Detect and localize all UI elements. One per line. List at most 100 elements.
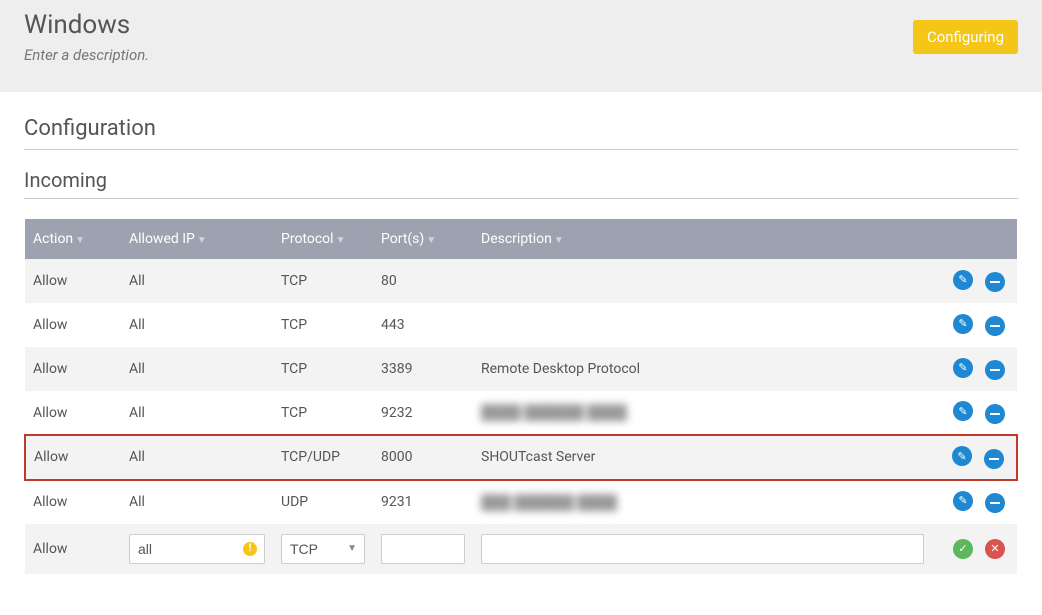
minus-icon [990, 502, 1000, 504]
description-input[interactable] [481, 534, 924, 564]
cell-description: ████ ██████ ████ [473, 391, 932, 435]
col-allowed-ip[interactable]: Allowed IP▼ [121, 219, 273, 259]
cell-operations: ✓✕ [932, 524, 1017, 574]
protocol-select[interactable] [281, 534, 365, 564]
cell-allowed-ip: All [121, 303, 273, 347]
cell-allowed-ip: All [121, 391, 273, 435]
cell-description [473, 303, 932, 347]
edit-button[interactable]: ✎ [953, 314, 973, 334]
col-description[interactable]: Description▼ [473, 219, 932, 259]
remove-button[interactable] [985, 316, 1005, 336]
cell-action: Allow [25, 347, 121, 391]
table-row: AllowAllTCP3389Remote Desktop Protocol ✎ [25, 347, 1017, 391]
cell-allowed-ip: All [121, 435, 273, 480]
cell-description [473, 259, 932, 303]
cell-protocol: ▼ [273, 524, 373, 574]
x-icon: ✕ [990, 542, 999, 555]
cancel-button[interactable]: ✕ [985, 539, 1005, 559]
cell-ports: 3389 [373, 347, 473, 391]
confirm-button[interactable]: ✓ [953, 539, 973, 559]
incoming-title: Incoming [24, 168, 1018, 199]
cell-operations: ✎ [932, 391, 1017, 435]
cell-protocol: TCP/UDP [273, 435, 373, 480]
cell-operations: ✎ [932, 435, 1017, 480]
configuration-title: Configuration [24, 116, 1018, 150]
table-row: AllowAllTCP443✎ [25, 303, 1017, 347]
edit-button[interactable]: ✎ [952, 446, 972, 466]
remove-button[interactable] [985, 404, 1005, 424]
sort-icon: ▼ [554, 235, 564, 246]
pencil-icon: ✎ [958, 317, 967, 330]
cell-protocol: TCP [273, 347, 373, 391]
cell-protocol: TCP [273, 303, 373, 347]
minus-icon [989, 458, 999, 460]
remove-button[interactable] [985, 272, 1005, 292]
cell-ports [373, 524, 473, 574]
cell-ports: 80 [373, 259, 473, 303]
table-row: AllowAllTCP80 ✎ [25, 259, 1017, 303]
cell-protocol: UDP [273, 480, 373, 524]
cell-allowed-ip: All [121, 480, 273, 524]
cell-description: Remote Desktop Protocol [473, 347, 932, 391]
remove-button[interactable] [984, 449, 1004, 469]
cell-ports: 9232 [373, 391, 473, 435]
incoming-table: Action▼ Allowed IP▼ Protocol▼ Port(s)▼ D… [24, 219, 1018, 574]
cell-ports: 8000 [373, 435, 473, 480]
cell-description: ███ ██████ ████ [473, 480, 932, 524]
pencil-icon: ✎ [957, 450, 966, 463]
cell-action: Allow [25, 391, 121, 435]
cell-action: Allow [25, 303, 121, 347]
remove-button[interactable] [985, 493, 1005, 513]
pencil-icon: ✎ [958, 494, 967, 507]
content: Configuration Incoming Action▼ Allowed I… [0, 92, 1042, 598]
sort-icon: ▼ [336, 235, 346, 246]
minus-icon [990, 281, 1000, 283]
col-protocol[interactable]: Protocol▼ [273, 219, 373, 259]
cell-action: Allow [25, 480, 121, 524]
cell-description [473, 524, 932, 574]
sort-icon: ▼ [426, 235, 436, 246]
cell-ports: 9231 [373, 480, 473, 524]
minus-icon [990, 325, 1000, 327]
cell-action: Allow [25, 524, 121, 574]
page-subtitle: Enter a description. [24, 46, 1018, 64]
pencil-icon: ✎ [958, 273, 967, 286]
col-ports[interactable]: Port(s)▼ [373, 219, 473, 259]
ports-input[interactable] [381, 534, 465, 564]
table-header-row: Action▼ Allowed IP▼ Protocol▼ Port(s)▼ D… [25, 219, 1017, 259]
status-badge: Configuring [913, 20, 1018, 54]
cell-allowed-ip: ! [121, 524, 273, 574]
cell-allowed-ip: All [121, 347, 273, 391]
edit-button[interactable]: ✎ [953, 358, 973, 378]
sort-icon: ▼ [197, 235, 207, 246]
cell-description: SHOUTcast Server [473, 435, 932, 480]
cell-operations: ✎ [932, 303, 1017, 347]
sort-icon: ▼ [75, 235, 85, 246]
remove-button[interactable] [985, 360, 1005, 380]
col-action[interactable]: Action▼ [25, 219, 121, 259]
cell-protocol: TCP [273, 391, 373, 435]
table-row: AllowAllTCP9232████ ██████ ████ ✎ [25, 391, 1017, 435]
new-rule-row: Allow!▼✓✕ [25, 524, 1017, 574]
cell-operations: ✎ [932, 480, 1017, 524]
edit-button[interactable]: ✎ [953, 491, 973, 511]
cell-allowed-ip: All [121, 259, 273, 303]
minus-icon [990, 413, 1000, 415]
edit-button[interactable]: ✎ [953, 270, 973, 290]
cell-action: Allow [25, 259, 121, 303]
table-row: AllowAllUDP9231███ ██████ ████ ✎ [25, 480, 1017, 524]
page-title: Windows [24, 10, 1018, 40]
edit-button[interactable]: ✎ [953, 401, 973, 421]
table-row: AllowAllTCP/UDP8000SHOUTcast Server ✎ [25, 435, 1017, 480]
page-header: Windows Enter a description. Configuring [0, 0, 1042, 92]
col-operations [932, 219, 1017, 259]
minus-icon [990, 369, 1000, 371]
pencil-icon: ✎ [958, 405, 967, 418]
cell-action: Allow [25, 435, 121, 480]
cell-operations: ✎ [932, 347, 1017, 391]
cell-operations: ✎ [932, 259, 1017, 303]
warning-icon: ! [243, 542, 257, 556]
check-icon: ✓ [958, 542, 967, 555]
cell-protocol: TCP [273, 259, 373, 303]
pencil-icon: ✎ [958, 361, 967, 374]
